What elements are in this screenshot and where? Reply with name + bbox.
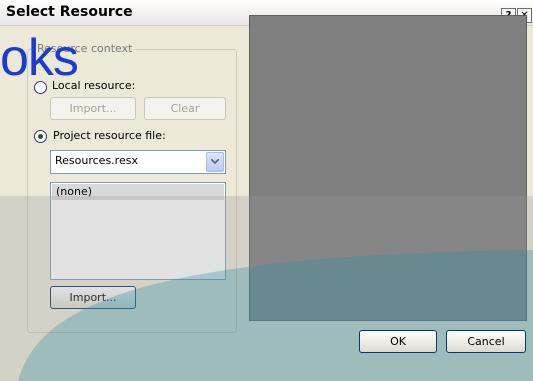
preview-pane	[249, 15, 527, 321]
ok-button[interactable]: OK	[359, 330, 437, 353]
watermark-text: oks	[0, 29, 79, 87]
resource-file-dropdown[interactable]: Resources.resx	[50, 150, 226, 174]
clear-button[interactable]: Clear	[144, 97, 226, 120]
resource-file-value: Resources.resx	[55, 154, 138, 167]
project-resource-radio[interactable]	[34, 130, 47, 143]
radio-selected-dot	[38, 134, 43, 139]
resource-list[interactable]: (none)	[50, 182, 226, 280]
local-import-button[interactable]: Import...	[50, 97, 136, 120]
cancel-button[interactable]: Cancel	[446, 330, 526, 353]
project-import-button[interactable]: Import...	[50, 286, 136, 309]
chevron-down-icon[interactable]	[206, 152, 224, 172]
window-title: Select Resource	[6, 4, 133, 20]
list-item[interactable]: (none)	[52, 184, 224, 200]
project-resource-label: Project resource file:	[53, 129, 166, 142]
